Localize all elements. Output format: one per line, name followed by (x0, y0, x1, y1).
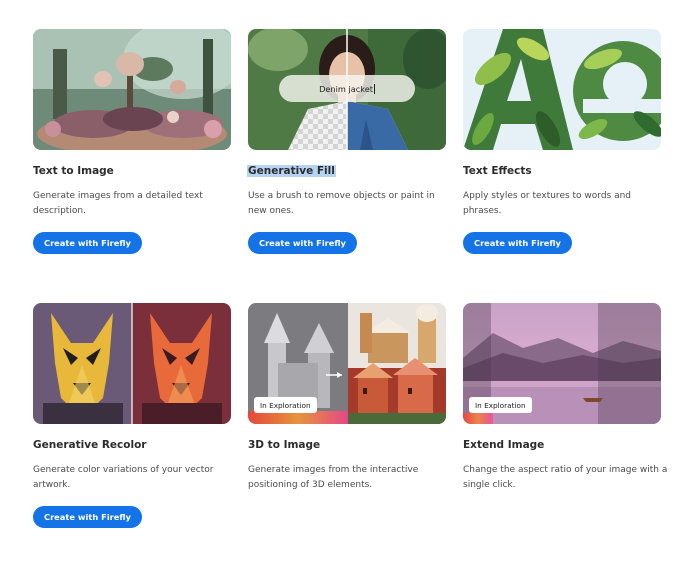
create-with-firefly-button[interactable]: Create with Firefly (33, 232, 142, 254)
in-exploration-badge: In Exploration (469, 397, 532, 413)
card-description: Change the aspect ratio of your image wi… (463, 465, 668, 490)
prompt-input-pill[interactable]: Denim jacket (279, 75, 415, 102)
generative-fill-thumbnail[interactable]: Denim jacket (248, 29, 446, 150)
card-description: Generate images from the interactive pos… (248, 465, 419, 490)
card-description: Generate images from a detailed text des… (33, 191, 203, 216)
generative-recolor-thumbnail[interactable] (33, 303, 231, 424)
card-title: Extend Image (463, 439, 545, 451)
feature-card-text-effects[interactable]: Text Effects Apply styles or textures to… (463, 29, 661, 254)
create-with-firefly-button[interactable]: Create with Firefly (463, 232, 572, 254)
text-effects-thumbnail[interactable] (463, 29, 661, 150)
create-with-firefly-button[interactable]: Create with Firefly (248, 232, 357, 254)
text-caret (373, 83, 375, 94)
feature-card-extend-image[interactable]: In Exploration Extend Image Change the a… (463, 303, 667, 490)
card-title: 3D to Image (248, 439, 321, 451)
extend-image-thumbnail[interactable]: In Exploration (463, 303, 661, 424)
card-description: Generate color variations of your vector… (33, 465, 214, 490)
card-title: Text to Image (33, 165, 114, 177)
text-to-image-thumbnail[interactable] (33, 29, 231, 150)
prompt-text: Denim jacket (319, 83, 373, 94)
feature-card-3d-to-image[interactable]: In Exploration 3D to Image Generate imag… (248, 303, 446, 490)
card-title: Text Effects (463, 165, 532, 177)
feature-card-generative-recolor[interactable]: Generative Recolor Generate color variat… (33, 303, 231, 528)
card-title: Generative Recolor (33, 439, 147, 451)
feature-card-text-to-image[interactable]: Text to Image Generate images from a det… (33, 29, 231, 254)
in-exploration-badge: In Exploration (254, 397, 317, 413)
card-description: Apply styles or textures to words and ph… (463, 191, 632, 216)
card-description: Use a brush to remove objects or paint i… (248, 191, 435, 216)
3d-to-image-thumbnail[interactable]: In Exploration (248, 303, 446, 424)
create-with-firefly-button[interactable]: Create with Firefly (33, 506, 142, 528)
card-title: Generative Fill (247, 165, 336, 177)
feature-card-generative-fill[interactable]: Denim jacket Generative Fill Use a brush… (247, 29, 446, 254)
